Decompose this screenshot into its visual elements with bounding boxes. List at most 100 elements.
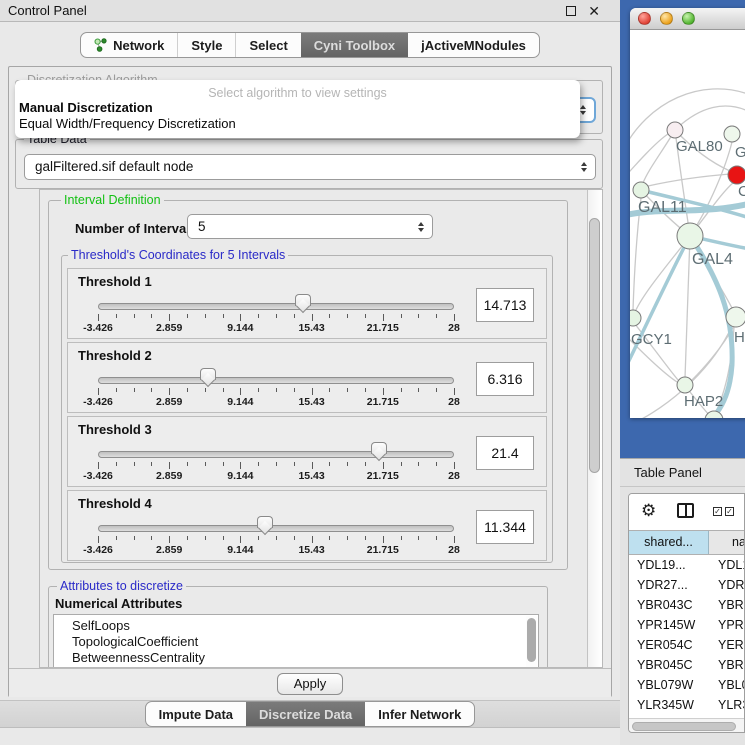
network-view-window: GAL80GALCGAL11GAL4GCY1HHAP2 [630, 8, 745, 418]
threshold-label: Threshold 1 [78, 274, 152, 289]
tab-impute-data[interactable]: Impute Data [146, 702, 246, 726]
network-canvas[interactable]: GAL80GALCGAL11GAL4GCY1HHAP2 [630, 30, 745, 418]
popup-option[interactable]: Manual Discretization [15, 100, 580, 116]
table-data-group: Table Data galFiltered.sif default node [15, 139, 603, 189]
tab-network[interactable]: Network [81, 33, 177, 57]
panel-scrollbar-thumb[interactable] [589, 218, 600, 473]
threshold-value-field[interactable]: 14.713 [476, 288, 534, 322]
slider-track[interactable] [98, 303, 454, 310]
slider-track[interactable] [98, 451, 454, 458]
table-data-combobox[interactable]: galFiltered.sif default node [24, 154, 596, 180]
tab-cyni-toolbox[interactable]: Cyni Toolbox [301, 33, 408, 57]
slider-scale-labels: -3.4262.8599.14415.4321.71528 [98, 544, 454, 558]
tab-discretize-data[interactable]: Discretize Data [246, 702, 365, 726]
attributes-scrollbar[interactable] [526, 616, 537, 668]
number-of-intervals-combobox[interactable]: 5 [187, 214, 433, 239]
table-horizontal-scrollbar[interactable] [629, 718, 744, 733]
network-node-gal11[interactable] [633, 182, 649, 198]
network-edge[interactable] [643, 130, 675, 183]
network-edge[interactable] [635, 236, 690, 312]
table-scrollbar-thumb[interactable] [632, 722, 736, 731]
cell: YBR043C [629, 595, 709, 615]
gear-icon[interactable]: ⚙ [641, 500, 656, 522]
scale-label: 9.144 [227, 322, 253, 334]
tab-infer-network[interactable]: Infer Network [365, 702, 474, 726]
network-edge[interactable] [690, 142, 732, 236]
network-node-h[interactable] [726, 307, 745, 327]
threshold-panel: Threshold 4-3.4262.8599.14415.4321.71528… [67, 490, 547, 561]
cell: YDR2 [709, 575, 745, 595]
node-label: GAL80 [676, 138, 723, 155]
table-row[interactable]: YLR345WYLR3 [629, 695, 745, 715]
split-view-icon[interactable] [677, 503, 694, 518]
table-row[interactable]: YBR043CYBR0 [629, 595, 745, 615]
close-icon[interactable]: ✕ [588, 1, 600, 21]
network-node-gcy1[interactable] [630, 310, 641, 326]
column-header-shared-name[interactable]: shared... [629, 531, 709, 554]
attribute-list-item[interactable]: SelfLoops [54, 618, 538, 634]
cell: YLR345W [629, 695, 709, 715]
attribute-list-item[interactable]: TopologicalCoefficient [54, 634, 538, 650]
cyni-toolbox-panel: Discretization Algorithm Select algorith… [8, 66, 612, 697]
network-edge[interactable] [685, 236, 690, 378]
table-row[interactable]: YDR27...YDR2 [629, 575, 745, 595]
attribute-list-item[interactable]: BetweennessCentrality [54, 650, 538, 666]
scale-label: 15.43 [298, 544, 324, 556]
column-header-name[interactable]: na [709, 531, 745, 554]
tab-style[interactable]: Style [177, 33, 235, 57]
threshold-value-field[interactable]: 6.316 [476, 362, 534, 396]
node-table: ⚙ shared... na YDL19...YDL1YDR27...YDR2Y… [628, 493, 745, 733]
threshold-value-field[interactable]: 11.344 [476, 510, 534, 544]
cell: YPR1 [709, 615, 745, 635]
table-row[interactable]: YER054CYER0 [629, 635, 745, 655]
attributes-scrollbar-thumb[interactable] [527, 618, 536, 662]
table-row[interactable]: YBR045CYBR0 [629, 655, 745, 675]
popup-option[interactable]: Equal Width/Frequency Discretization [15, 116, 580, 132]
network-node-c[interactable] [728, 166, 745, 184]
table-toolbar: ⚙ [629, 494, 744, 530]
threshold-panel: Threshold 2-3.4262.8599.14415.4321.71528… [67, 342, 547, 413]
network-edge[interactable] [630, 134, 668, 180]
table-row[interactable]: YPR145WYPR1 [629, 615, 745, 635]
close-traffic-light-icon[interactable] [638, 12, 651, 25]
interval-definition-group: Interval Definition Number of Intervals … [48, 200, 568, 570]
threshold-panel: Threshold 1-3.4262.8599.14415.4321.71528… [67, 268, 547, 339]
cell: YBR0 [709, 595, 745, 615]
tab-label: Select [249, 38, 287, 53]
scale-label: 28 [448, 544, 460, 556]
network-node-hap2[interactable] [677, 377, 693, 393]
cell: YBL0 [709, 675, 745, 695]
checkbox-icon[interactable] [725, 507, 734, 516]
combo-arrows-icon [580, 105, 586, 115]
table-data-value: galFiltered.sif default node [35, 155, 193, 179]
slider-thumb[interactable] [295, 294, 311, 314]
network-node-gal4[interactable] [677, 223, 703, 249]
slider-thumb[interactable] [257, 516, 273, 536]
table-row[interactable]: YBL079WYBL0 [629, 675, 745, 695]
zoom-traffic-light-icon[interactable] [682, 12, 695, 25]
panel-vertical-scrollbar[interactable] [587, 190, 602, 667]
slider-track[interactable] [98, 377, 454, 384]
network-node-gal[interactable] [724, 126, 740, 142]
interval-definition-title: Interval Definition [61, 193, 164, 207]
slider-thumb[interactable] [371, 442, 387, 462]
cell: YBL079W [629, 675, 709, 695]
table-row[interactable]: YDL19...YDL1 [629, 555, 745, 575]
checkbox-icon[interactable] [713, 507, 722, 516]
number-of-intervals-label: Number of Intervals [75, 221, 197, 236]
popup-placeholder: Select algorithm to view settings [15, 80, 580, 100]
minimize-traffic-light-icon[interactable] [660, 12, 673, 25]
node-label: GAL4 [692, 251, 733, 268]
threshold-value-field[interactable]: 21.4 [476, 436, 534, 470]
scale-label: 28 [448, 322, 460, 334]
slider-thumb[interactable] [200, 368, 216, 388]
tab-jactivemnodules[interactable]: jActiveMNodules [408, 33, 539, 57]
apply-button[interactable]: Apply [277, 673, 343, 695]
node-label: HAP2 [684, 393, 723, 410]
popup-options: Manual DiscretizationEqual Width/Frequen… [15, 100, 580, 132]
network-node-gal80[interactable] [667, 122, 683, 138]
tab-select[interactable]: Select [235, 33, 300, 57]
slider-track[interactable] [98, 525, 454, 532]
float-window-icon[interactable] [566, 6, 576, 16]
scale-label: 28 [448, 396, 460, 408]
